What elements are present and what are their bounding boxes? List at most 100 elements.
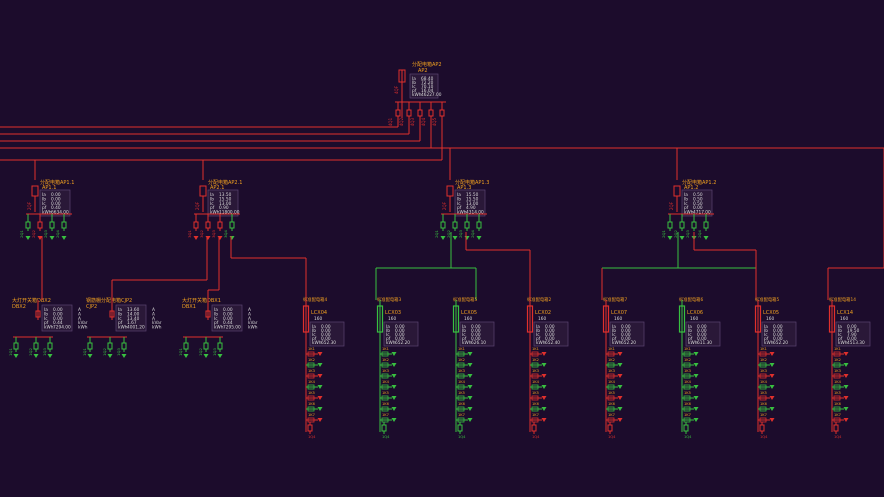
load-arrow-icon [617,385,623,389]
cabinet-output-label: 1K1 [532,347,539,351]
box-breaker-icon[interactable] [47,340,53,352]
sub-breaker-icon[interactable] [229,219,235,231]
cabinet-title: 标准配电箱3 [377,296,401,303]
sub-breaker-label: 2Q3 [43,230,48,238]
load-arrow-icon [843,396,849,400]
box-breaker-icon[interactable] [13,340,19,352]
sub-isolator-icon [199,185,207,197]
cabinet-tail-breaker-icon[interactable] [531,422,537,434]
cabinet-tail-breaker-icon[interactable] [759,422,765,434]
breaker-body [87,342,93,350]
load-arrow-icon [693,374,699,378]
cabinet-output-label: 1K2 [458,358,465,362]
main-breaker-icon[interactable] [428,107,434,119]
cabinet-output-label: 1K1 [458,347,465,351]
load-arrow-icon [617,418,623,422]
sub-breaker-icon[interactable] [49,219,55,231]
box-id: CJP2 [86,304,97,310]
load-arrow-icon [467,352,473,356]
cabinet-output-label: 1K5 [684,391,691,395]
cabinet-output-label: 1K7 [760,413,767,417]
load-arrow-icon [61,236,67,240]
cabinet-tail-breaker-icon[interactable] [683,422,689,434]
box-title: 钢筋棚分配电箱CJP2 [86,297,132,304]
load-arrow-icon [47,354,53,358]
breaker-body [476,221,482,229]
cabinet-tail-breaker-icon[interactable] [381,422,387,434]
cabinet-rating: 160 [690,316,698,322]
box-breaker-icon[interactable] [217,340,223,352]
sub-breaker-label: 2Q4 [470,230,475,238]
load-arrow-icon [440,236,446,240]
load-arrow-icon [541,352,547,356]
sub-breaker-icon[interactable] [193,219,199,231]
load-arrow-icon [693,352,699,356]
sub-breaker-label: 2Q1 [661,230,666,238]
sub-breaker-icon[interactable] [703,219,709,231]
cabinet-tail-breaker-icon[interactable] [833,422,839,434]
load-arrow-icon [769,418,775,422]
breaker-body [607,424,613,432]
box-breaker-label: 1Q3 [116,348,121,356]
breaker-body [395,109,401,117]
sub-breaker-icon[interactable] [464,219,470,231]
load-arrow-icon [317,407,323,411]
load-arrow-icon [467,363,473,367]
sub-breaker-label: 2Q1 [19,230,24,238]
cabinet-id: LCX05 [763,310,779,316]
box-breaker-icon[interactable] [121,340,127,352]
load-arrow-icon [317,363,323,367]
cabinet-output-label: 1K1 [608,347,615,351]
load-arrow-icon [203,354,209,358]
cabinet-tail-breaker-icon[interactable] [457,422,463,434]
load-arrow-icon [693,418,699,422]
box-breaker-icon[interactable] [33,340,39,352]
sub-breaker-icon[interactable] [476,219,482,231]
main-breaker-icon[interactable] [417,107,423,119]
breaker-body [49,221,55,229]
cabinet-output-label: 1K4 [532,380,540,384]
cabinet-title: 标准配电箱14 [829,296,856,303]
sub-breaker-label: 2QF [27,201,32,210]
load-arrow-icon [317,374,323,378]
cabinet-output-label: 1K4 [834,380,842,384]
sub-breaker-icon[interactable] [37,219,43,231]
box-breaker-icon[interactable] [107,340,113,352]
load-arrow-icon [217,354,223,358]
box-breaker-label: 1Q1 [8,348,13,356]
cabinet-title: 标准配电箱6 [679,296,703,303]
cabinet-output-label: 1K6 [308,402,316,406]
cabinet-title: 标准配电箱5 [453,296,477,303]
box-breaker-icon[interactable] [183,340,189,352]
box-breaker-label: 1Q1 [82,348,87,356]
cabinet-5-meter-value: 611.30 [697,340,712,346]
main-breaker-icon[interactable] [395,107,401,119]
sub-breaker-icon[interactable] [205,219,211,231]
box-2-meter-unit: kWh [248,325,258,331]
breaker-body [683,424,689,432]
sub-breaker-label: 2QF [669,201,674,210]
sub-breaker-icon[interactable] [691,219,697,231]
main-breaker-icon[interactable] [406,107,412,119]
sub-breaker-icon[interactable] [61,219,67,231]
cabinet-tail-breaker-icon[interactable] [607,422,613,434]
sub-panel-2-meter-value: 4314.00 [466,210,484,216]
box-breaker-icon[interactable] [203,340,209,352]
cabinet-tail-breaker-icon[interactable] [307,422,313,434]
main-breaker-icon[interactable] [439,107,445,119]
sub-breaker-icon[interactable] [217,219,223,231]
box-breaker-icon[interactable] [87,340,93,352]
breaker-body [107,342,113,350]
sub-breaker-icon[interactable] [679,219,685,231]
sub-breaker-icon[interactable] [440,219,446,231]
sub-breaker-icon[interactable] [25,219,31,231]
cabinet-6-meter-value: 652.20 [773,340,788,346]
box-title: 大灯开关箱DBX2 [12,297,51,304]
load-arrow-icon [205,236,211,240]
sub-breaker-label: 2Q3 [458,230,463,238]
breaker-body [13,342,19,350]
cabinet-output-label: 1K4 [458,380,466,384]
load-arrow-icon [541,418,547,422]
sub-breaker-icon[interactable] [452,219,458,231]
sub-breaker-icon[interactable] [667,219,673,231]
